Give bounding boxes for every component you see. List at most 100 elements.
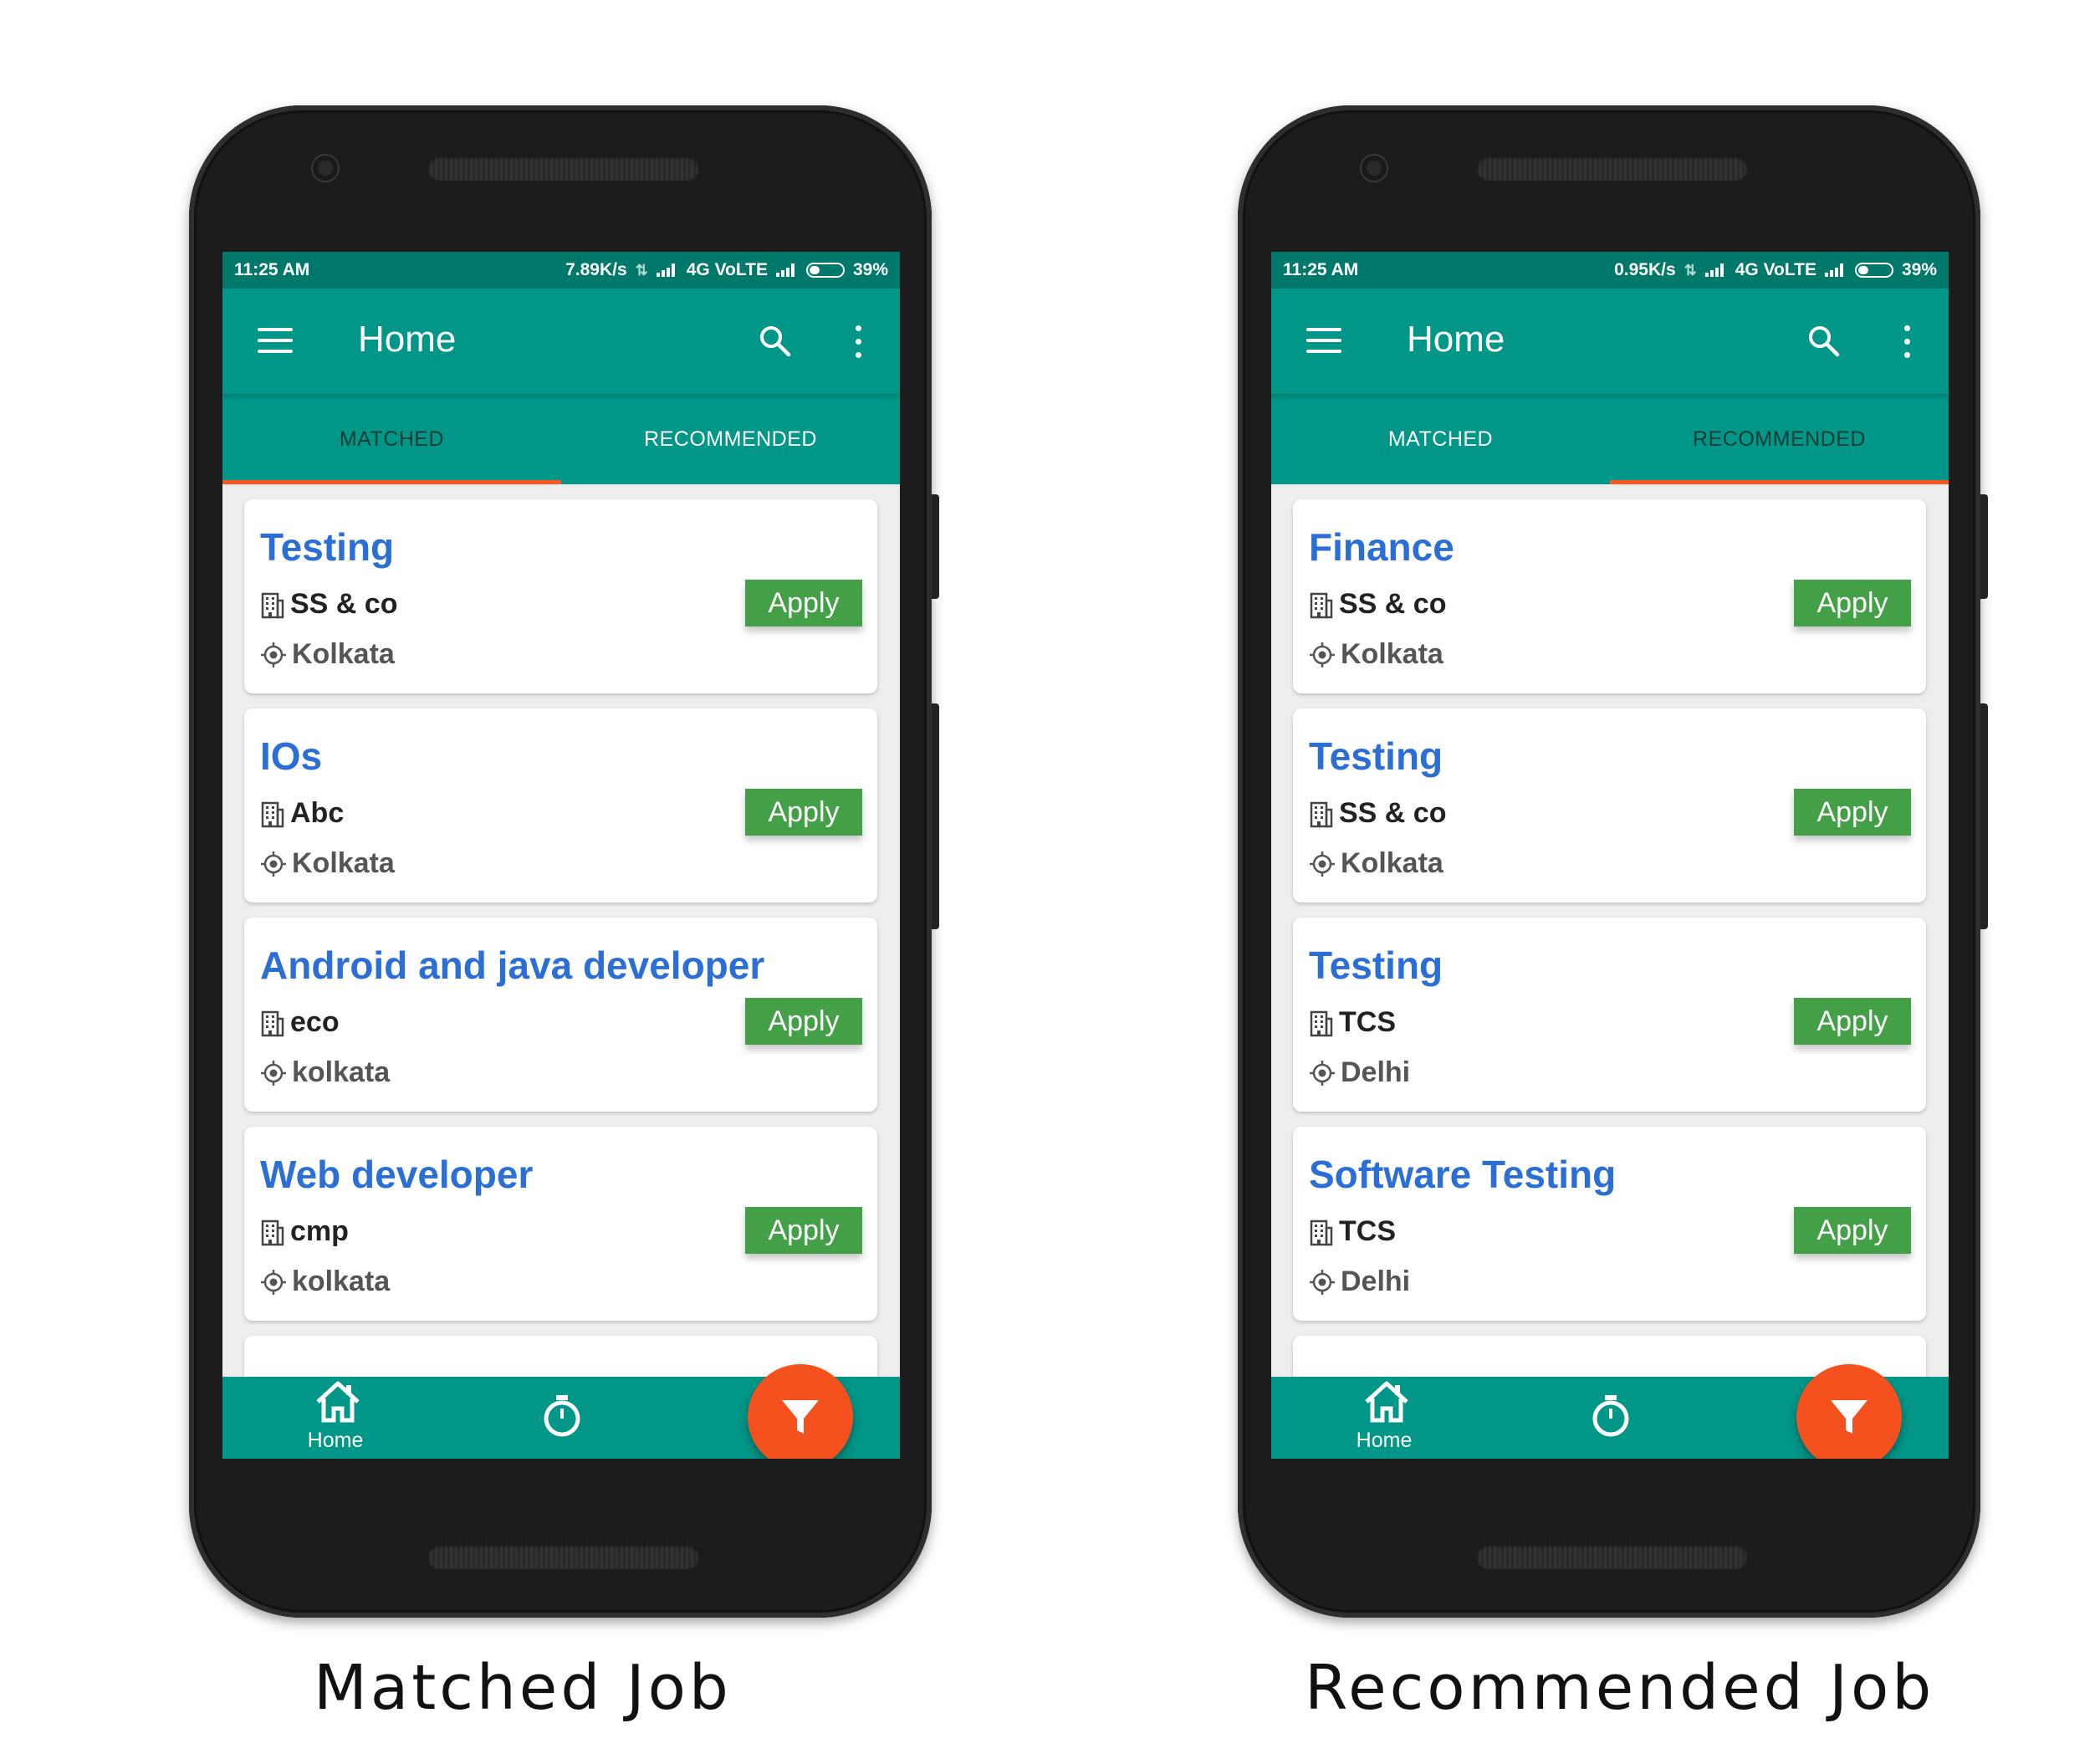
location-name: Delhi <box>1341 1056 1411 1088</box>
job-title[interactable]: Testing <box>260 524 394 570</box>
bottom-speaker <box>1476 1544 1748 1569</box>
company-name: TCS <box>1339 1006 1396 1038</box>
company-name: SS & co <box>1339 797 1447 829</box>
apply-button[interactable]: Apply <box>745 998 862 1045</box>
job-card[interactable]: IOs Abc Kolkata Apply <box>244 708 877 903</box>
job-title[interactable]: Testing <box>1309 734 1443 779</box>
bottom-speaker <box>427 1544 699 1569</box>
screen: 11:25 AM 0.95K/s ⇅ 4G VoLTE 39% Home MAT… <box>1271 252 1949 1459</box>
search-icon[interactable] <box>1806 324 1840 357</box>
home-icon <box>1365 1381 1408 1423</box>
job-card[interactable]: Finance SS & co Kolkata Apply <box>1293 499 1926 693</box>
volume-button <box>932 703 939 929</box>
tab-matched[interactable]: MATCHED <box>222 394 561 484</box>
network-speed: 0.95K/s <box>1614 260 1676 279</box>
front-camera <box>313 156 338 181</box>
building-icon <box>261 592 284 618</box>
building-icon <box>261 801 284 827</box>
location-target-icon <box>1310 1060 1335 1086</box>
location-row: Kolkata <box>260 847 395 880</box>
company-row: eco <box>260 1006 340 1039</box>
location-row: Delhi <box>1309 1056 1410 1089</box>
nav-stopwatch[interactable] <box>1497 1377 1723 1459</box>
nav-home[interactable]: Home <box>222 1377 448 1459</box>
building-icon <box>261 1220 284 1245</box>
screen: 11:25 AM 7.89K/s ⇅ 4G VoLTE 39% Home MAT… <box>222 252 900 1459</box>
location-target-icon <box>261 851 286 877</box>
hamburger-menu-icon[interactable] <box>1306 328 1341 353</box>
location-row: Kolkata <box>260 638 395 671</box>
company-name: TCS <box>1339 1215 1396 1247</box>
job-card[interactable]: Testing TCS Delhi Apply <box>1293 918 1926 1112</box>
job-card[interactable]: Android and java developer eco kolkata A… <box>244 918 877 1112</box>
location-row: kolkata <box>260 1266 390 1298</box>
battery-level: 39% <box>852 260 888 279</box>
search-icon[interactable] <box>758 324 791 357</box>
overflow-menu-icon[interactable] <box>1902 325 1912 359</box>
caption-matched: Matched Job <box>314 1652 732 1724</box>
company-name: SS & co <box>1339 588 1447 620</box>
nav-home-label: Home <box>1356 1429 1413 1452</box>
location-name: Delhi <box>1341 1266 1411 1297</box>
location-target-icon <box>1310 851 1335 877</box>
apply-button[interactable]: Apply <box>745 789 862 836</box>
apply-button[interactable]: Apply <box>1794 789 1911 836</box>
job-card[interactable]: Testing SS & co Kolkata Apply <box>1293 708 1926 903</box>
battery-icon <box>805 263 845 278</box>
tab-recommended[interactable]: RECOMMENDED <box>1610 394 1949 484</box>
location-name: Kolkata <box>1341 847 1443 879</box>
earpiece-speaker <box>427 156 699 181</box>
job-title[interactable]: Testing <box>1309 943 1443 988</box>
nav-home-label: Home <box>307 1429 364 1452</box>
apply-button[interactable]: Apply <box>745 1207 862 1254</box>
status-bar: 11:25 AM 0.95K/s ⇅ 4G VoLTE 39% <box>1271 252 1949 289</box>
apply-button[interactable]: Apply <box>1794 580 1911 626</box>
app-bar: Home <box>222 289 900 394</box>
tab-bar: MATCHED RECOMMENDED <box>222 394 900 484</box>
job-title[interactable]: Web developer <box>260 1152 533 1197</box>
status-bar: 11:25 AM 7.89K/s ⇅ 4G VoLTE 39% <box>222 252 900 289</box>
volume-button <box>1980 703 1988 929</box>
signal-icon <box>1704 263 1727 277</box>
hamburger-menu-icon[interactable] <box>258 328 293 353</box>
company-name: cmp <box>290 1215 349 1247</box>
caption-recommended: Recommended Job <box>1305 1652 1935 1724</box>
building-icon <box>1310 592 1333 618</box>
job-title[interactable]: Software Testing <box>1309 1152 1616 1197</box>
tab-recommended[interactable]: RECOMMENDED <box>561 394 900 484</box>
company-row: cmp <box>260 1215 349 1248</box>
data-arrows-icon: ⇅ <box>1684 261 1697 279</box>
location-target-icon <box>1310 642 1335 667</box>
front-camera <box>1362 156 1387 181</box>
phone-recommended: 11:25 AM 0.95K/s ⇅ 4G VoLTE 39% Home MAT… <box>1238 105 1988 1618</box>
overflow-menu-icon[interactable] <box>853 325 863 359</box>
apply-button[interactable]: Apply <box>1794 998 1911 1045</box>
signal-icon-2 <box>1824 263 1847 277</box>
apply-button[interactable]: Apply <box>1794 1207 1911 1254</box>
nav-home[interactable]: Home <box>1271 1377 1497 1459</box>
company-row: SS & co <box>260 588 397 621</box>
company-name: SS & co <box>290 588 398 620</box>
location-row: Kolkata <box>1309 638 1443 671</box>
job-title[interactable]: Finance <box>1309 524 1454 570</box>
job-card[interactable]: Web developer cmp kolkata Apply <box>244 1127 877 1321</box>
location-target-icon <box>1310 1269 1335 1295</box>
job-title[interactable]: Android and java developer <box>260 943 764 988</box>
location-row: Delhi <box>1309 1266 1410 1298</box>
job-card[interactable]: Software Testing TCS Delhi Apply <box>1293 1127 1926 1321</box>
location-target-icon <box>261 642 286 667</box>
stopwatch-icon <box>1592 1395 1629 1437</box>
apply-button[interactable]: Apply <box>745 580 862 626</box>
location-name: Kolkata <box>292 847 395 879</box>
battery-level: 39% <box>1901 260 1937 279</box>
filter-icon <box>1831 1400 1868 1434</box>
company-row: TCS <box>1309 1215 1396 1248</box>
location-target-icon <box>261 1269 286 1295</box>
job-card[interactable]: Testing SS & co Kolkata Apply <box>244 499 877 693</box>
building-icon <box>1310 1010 1333 1036</box>
data-arrows-icon: ⇅ <box>635 261 648 279</box>
job-title[interactable]: IOs <box>260 734 322 779</box>
network-type: 4G VoLTE <box>686 260 768 279</box>
tab-matched[interactable]: MATCHED <box>1271 394 1610 484</box>
nav-stopwatch[interactable] <box>448 1377 674 1459</box>
